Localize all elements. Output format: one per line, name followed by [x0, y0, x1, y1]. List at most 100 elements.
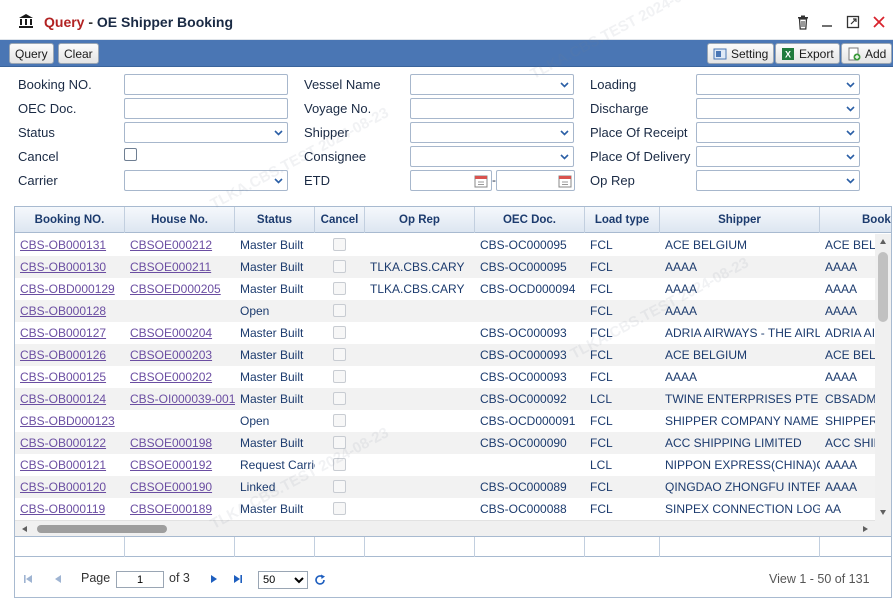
place-of-delivery-select[interactable] [696, 146, 860, 167]
cell-booking-no[interactable]: CBS-OBD000123 [15, 410, 125, 432]
column-header-op-rep[interactable]: Op Rep [365, 207, 475, 233]
vertical-scrollbar[interactable] [875, 234, 891, 520]
previous-page-icon[interactable] [52, 573, 64, 585]
cell-house-no[interactable]: CBSOE000212 [125, 234, 235, 256]
etd-to-input[interactable] [496, 170, 575, 191]
loading-select[interactable] [696, 74, 860, 95]
table-row[interactable]: CBS-OB000120 CBSOE000190 Linked CBS-OC00008… [15, 476, 875, 498]
cell-booking-no[interactable]: CBS-OB000121 [15, 454, 125, 476]
cell-status: Master Built [240, 238, 304, 252]
consignee-select[interactable] [410, 146, 574, 167]
add-button[interactable]: Add [841, 43, 893, 64]
voyage-no-input[interactable] [410, 98, 574, 119]
cell-booking-no[interactable]: CBS-OB000125 [15, 366, 125, 388]
cell-booking-no[interactable]: CBS-OB000131 [15, 234, 125, 256]
query-button[interactable]: Query [9, 43, 54, 64]
column-header-load-type[interactable]: Load type [585, 207, 660, 233]
column-header-house-no[interactable]: House No. [125, 207, 235, 233]
cell-oec-doc: CBS-OC000088 [480, 502, 567, 516]
cell-booking-no[interactable]: CBS-OB000126 [15, 344, 125, 366]
horizontal-scrollbar[interactable] [15, 520, 875, 536]
clear-button[interactable]: Clear [58, 43, 99, 64]
table-row[interactable]: CBS-OB000119 CBSOE000189 Master Built CBS-O… [15, 498, 875, 520]
table-row[interactable]: CBS-OB000126 CBSOE000203 Master Built CBS-O… [15, 344, 875, 366]
cell-status: Master Built [240, 370, 304, 384]
cell-house-no[interactable]: CBSOE000190 [125, 476, 235, 498]
table-row[interactable]: CBS-OBD000123 Open CBS-OCD000091 FCL SHIPPER… [15, 410, 875, 432]
cell-load-type: LCL [590, 392, 613, 406]
place-of-receipt-select[interactable] [696, 122, 860, 143]
table-row[interactable]: CBS-OB000121CBSOE000192 Request Carrier LC… [15, 454, 875, 476]
vessel-name-select[interactable] [410, 74, 574, 95]
table-row[interactable]: CBS-OB000131 CBSOE000212 Master Built CBS-O… [15, 234, 875, 256]
table-row[interactable]: CBS-OB000122 CBSOE000198 Master Built CBS-O… [15, 432, 875, 454]
cell-cancel [315, 278, 365, 300]
column-header-oec-doc[interactable]: OEC Doc. [475, 207, 585, 233]
cell-booking-no[interactable]: CBS-OB000119 [15, 498, 125, 520]
close-icon[interactable] [871, 14, 887, 30]
last-page-icon[interactable] [232, 573, 244, 585]
horizontal-scroll-thumb[interactable] [37, 525, 167, 533]
column-header-booking-no[interactable]: Booking NO. [15, 207, 125, 233]
cell-booking-no[interactable]: CBS-OB000120 [15, 476, 125, 498]
window-title: Query - OE Shipper Booking [44, 14, 233, 30]
minimize-icon[interactable] [819, 14, 835, 30]
carrier-select[interactable] [124, 170, 288, 191]
cell-booking-no[interactable]: CBS-OB000127 [15, 322, 125, 344]
scroll-down-icon[interactable] [879, 508, 887, 516]
cell-booking-no[interactable]: CBS-OB000130 [15, 256, 125, 278]
oec-doc-input[interactable] [124, 98, 288, 119]
cell-house-no[interactable]: CBS-OI000039-001 [125, 388, 235, 410]
calendar-icon[interactable] [474, 174, 488, 188]
cell-house-no[interactable]: CBSOE000203 [125, 344, 235, 366]
vertical-scroll-thumb[interactable] [878, 252, 888, 322]
cell-house-no[interactable]: CBSOED000205 [125, 278, 235, 300]
op-rep-select[interactable] [696, 170, 860, 191]
cell-house-no[interactable]: CBSOE000204 [125, 322, 235, 344]
cell-booking-no[interactable]: CBS-OBD000129 [15, 278, 125, 300]
cell-house-no[interactable]: CBSOE000198 [125, 432, 235, 454]
cell-house-no[interactable]: CBSOE000192 [125, 454, 235, 476]
setting-button[interactable]: Setting [707, 43, 775, 64]
cell-booking-no[interactable]: CBS-OB000128 [15, 300, 125, 322]
row-cancel-checkbox [333, 458, 346, 471]
cell-house-no[interactable]: CBSOE000202 [125, 366, 235, 388]
refresh-icon[interactable] [314, 574, 326, 586]
chevron-down-icon [274, 178, 283, 184]
scroll-right-icon[interactable] [861, 525, 869, 533]
table-row[interactable]: CBS-OBD000129 CBSOED000205 Master Built TLK… [15, 278, 875, 300]
trash-icon[interactable] [795, 14, 811, 30]
discharge-select[interactable] [696, 98, 860, 119]
page-number-input[interactable] [116, 571, 164, 588]
column-header-shipper[interactable]: Shipper [660, 207, 820, 233]
cell-booking-no[interactable]: CBS-OB000122 [15, 432, 125, 454]
scroll-left-icon[interactable] [21, 525, 29, 533]
page-label: Page [81, 571, 111, 585]
next-page-icon[interactable] [208, 573, 220, 585]
cell-oec-doc: CBS-OC000093 [480, 326, 567, 340]
export-button[interactable]: X Export [775, 43, 840, 64]
maximize-icon[interactable] [845, 14, 861, 30]
cell-house-no[interactable]: CBSOE000189 [125, 498, 235, 520]
cancel-checkbox[interactable] [124, 148, 137, 161]
booking-no-input[interactable] [124, 74, 288, 95]
table-row[interactable]: CBS-OB000124 CBS-OI000039-001 Master Built… [15, 388, 875, 410]
table-row[interactable]: CBS-OB000128 Open FCL AAAA AAAA [15, 300, 875, 322]
column-header-cancel[interactable]: Cancel [315, 207, 365, 233]
status-select[interactable] [124, 122, 288, 143]
cell-load-type: FCL [590, 238, 613, 252]
table-row[interactable]: CBS-OB000127 CBSOE000204 Master Built CBS-O… [15, 322, 875, 344]
page-size-select[interactable]: 50 [258, 571, 308, 589]
shipper-select[interactable] [410, 122, 574, 143]
column-header-booking-party[interactable]: Booking [820, 207, 891, 233]
etd-from-input[interactable] [410, 170, 492, 191]
calendar-icon[interactable] [558, 174, 572, 188]
cell-house-no[interactable]: CBSOE000211 [125, 256, 235, 278]
cell-booking-no[interactable]: CBS-OB000124 [15, 388, 125, 410]
scroll-up-icon[interactable] [879, 238, 887, 246]
table-row[interactable]: CBS-OB000130 CBSOE000211 Master Built TLKA.… [15, 256, 875, 278]
first-page-icon[interactable] [22, 573, 34, 585]
etd-label: ETD [304, 173, 330, 188]
table-row[interactable]: CBS-OB000125 CBSOE000202 Master Built CBS-O… [15, 366, 875, 388]
column-header-status[interactable]: Status [235, 207, 315, 233]
